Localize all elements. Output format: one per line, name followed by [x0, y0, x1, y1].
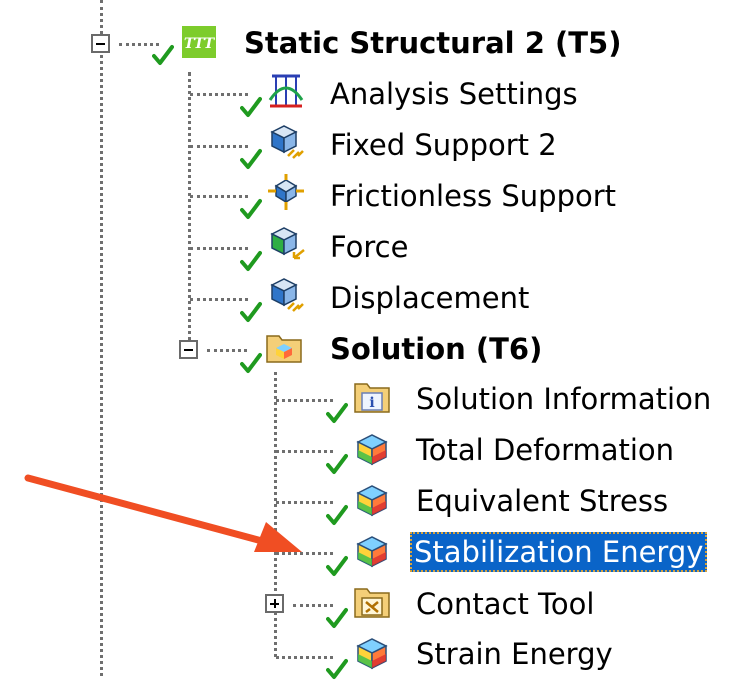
static-structural-icon: TTT — [182, 26, 216, 58]
analysis-settings-icon — [268, 74, 304, 108]
tree-connector-line — [276, 656, 333, 659]
green-check-icon — [240, 198, 262, 220]
tree-connector-line — [276, 450, 333, 453]
tree-connector-line — [276, 552, 333, 555]
tree-node-contact-tool[interactable]: Contact Tool — [412, 584, 598, 624]
frictionless-support-icon — [268, 174, 304, 210]
expand-contact-tool-button[interactable] — [265, 594, 284, 613]
contact-tool-icon — [354, 588, 390, 618]
green-check-icon — [240, 148, 262, 170]
displacement-icon — [266, 275, 306, 315]
tree-node-solution-information[interactable]: Solution Information — [412, 379, 715, 419]
tree-node-static-structural[interactable]: Static Structural 2 (T5) — [240, 23, 625, 63]
force-icon — [270, 227, 305, 260]
green-check-icon — [326, 607, 348, 629]
tree-node-solution[interactable]: Solution (T6) — [326, 329, 546, 369]
result-cube-icon — [352, 530, 392, 570]
green-check-icon — [326, 453, 348, 475]
tree-node-total-deformation[interactable]: Total Deformation — [412, 430, 678, 470]
collapse-solution-button[interactable] — [179, 340, 198, 359]
result-cube-icon — [352, 632, 392, 672]
green-check-icon — [152, 44, 174, 66]
green-check-icon — [326, 658, 348, 680]
collapse-static-structural-button[interactable] — [91, 34, 110, 53]
result-cube-icon — [352, 428, 392, 468]
green-check-icon — [240, 301, 262, 323]
tree-connector-line — [276, 399, 333, 402]
tree-node-analysis-settings[interactable]: Analysis Settings — [326, 74, 582, 114]
fixed-support-icon — [266, 122, 306, 162]
green-check-icon — [326, 555, 348, 577]
svg-text:TTT: TTT — [184, 36, 216, 52]
tree-node-stabilization-energy[interactable]: Stabilization Energy — [410, 532, 708, 572]
result-cube-icon — [352, 479, 392, 519]
tree-node-displacement[interactable]: Displacement — [326, 278, 533, 318]
green-check-icon — [240, 96, 262, 118]
tree-root-connector-line — [100, 0, 103, 676]
tree-node-strain-energy[interactable]: Strain Energy — [412, 634, 617, 674]
green-check-icon — [240, 250, 262, 272]
green-check-icon — [326, 504, 348, 526]
solution-folder-icon — [266, 335, 302, 363]
tree-node-frictionless-support[interactable]: Frictionless Support — [326, 176, 620, 216]
solution-info-icon: i — [354, 383, 390, 413]
tree-node-force[interactable]: Force — [326, 227, 412, 267]
green-check-icon — [326, 402, 348, 424]
green-check-icon — [240, 352, 262, 374]
tree-node-equivalent-stress[interactable]: Equivalent Stress — [412, 481, 672, 521]
tree-connector-line — [276, 501, 333, 504]
tree-connector-line — [188, 72, 191, 348]
tree-node-fixed-support-2[interactable]: Fixed Support 2 — [326, 125, 561, 165]
svg-text:i: i — [369, 395, 374, 411]
tree-connector-line — [274, 372, 277, 657]
